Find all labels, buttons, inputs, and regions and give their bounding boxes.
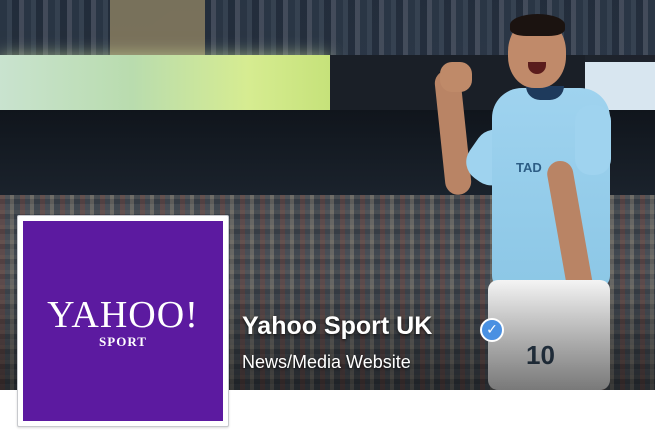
cover-ad-board [0,55,330,110]
page-category[interactable]: News/Media Website [242,352,411,373]
logo-subtext: SPORT [99,334,147,349]
player-fist [440,62,472,92]
profile-picture[interactable]: YAHOO! SPORT [23,221,223,421]
shirt-sponsor-text: TAD [516,160,542,175]
player-sleeve [575,105,611,175]
player-hair [510,14,565,36]
profile-picture-frame[interactable]: YAHOO! SPORT [17,215,229,427]
page-title[interactable]: Yahoo Sport UK [242,312,432,341]
verified-badge-icon: ✓ [480,318,504,342]
logo-text: YAHOO! [47,294,199,336]
